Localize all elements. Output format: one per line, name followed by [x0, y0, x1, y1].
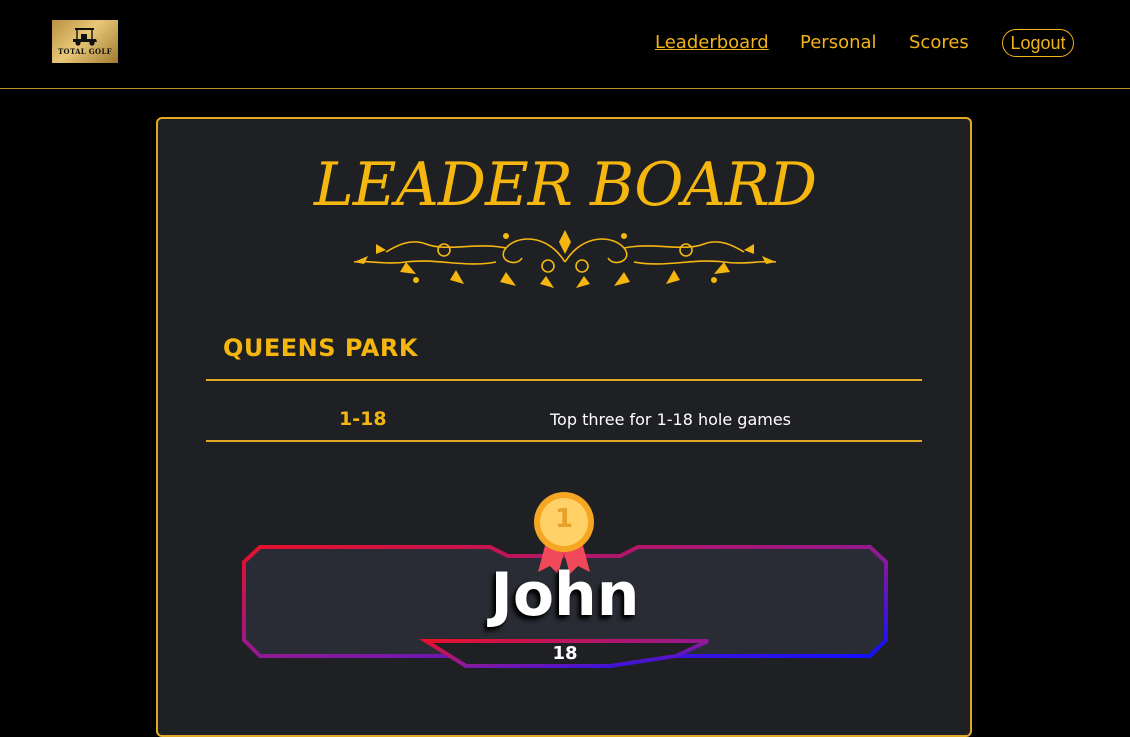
course-name: QUEENS PARK	[223, 334, 418, 362]
divider-top	[206, 379, 922, 381]
medal-rank: 1	[554, 504, 574, 534]
total-golf-logo[interactable]: TOTAL GOLF	[52, 20, 118, 63]
nav-scores[interactable]: Scores	[909, 32, 969, 53]
category-range[interactable]: 1-18	[339, 408, 387, 430]
golf-cart-icon	[73, 28, 97, 46]
leader-name: John	[490, 560, 640, 630]
nav-personal[interactable]: Personal	[800, 32, 877, 53]
divider-bottom	[206, 440, 922, 442]
logout-button[interactable]: Logout	[1002, 29, 1074, 57]
nav-leaderboard[interactable]: Leaderboard	[655, 32, 769, 53]
top-navbar: TOTAL GOLF Leaderboard Personal Scores L…	[0, 0, 1130, 89]
leader-first-place: 1 John 18	[240, 490, 890, 670]
page-title: LEADER BOARD	[313, 150, 817, 220]
leader-score: 18	[552, 643, 578, 664]
flourish-ornament	[353, 230, 777, 288]
logo-text: TOTAL GOLF	[58, 47, 112, 56]
category-description: Top three for 1-18 hole games	[550, 410, 792, 429]
